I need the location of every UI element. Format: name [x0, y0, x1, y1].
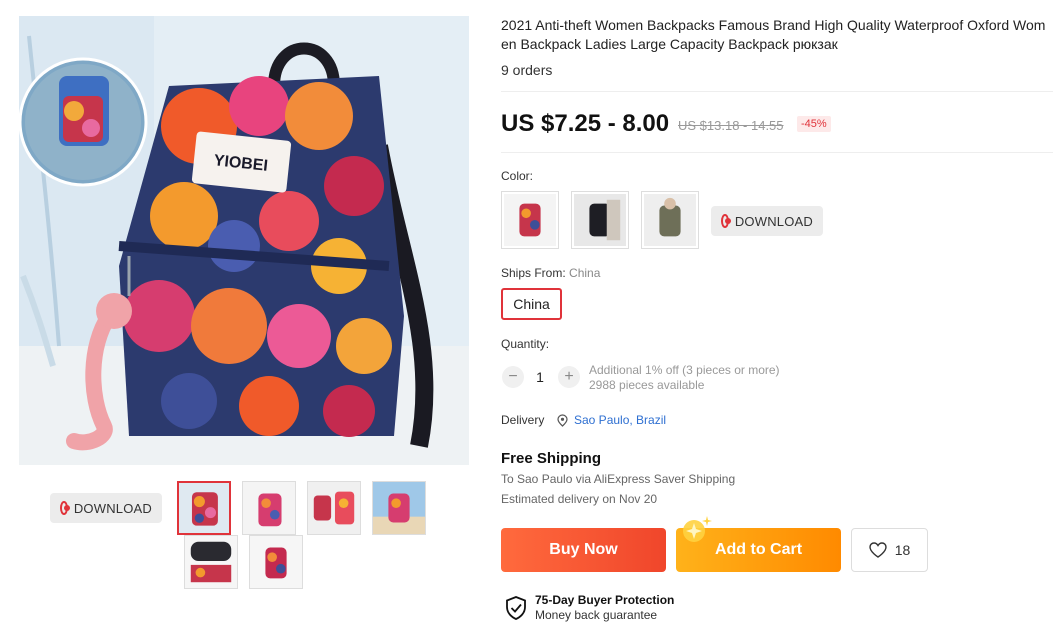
thumbnail-4[interactable]: [372, 481, 426, 535]
buy-now-button[interactable]: Buy Now: [501, 528, 666, 572]
bulk-discount-text: Additional 1% off (3 pieces or more): [589, 363, 780, 377]
estimated-delivery: Estimated delivery on Nov 20: [501, 492, 658, 506]
quantity-decrease-button[interactable]: −: [502, 366, 524, 388]
ships-from-option-china[interactable]: China: [501, 288, 562, 320]
buyer-protection-subtitle: Money back guarantee: [535, 608, 658, 622]
color-label: Color:: [501, 169, 534, 183]
color-download-button[interactable]: DOWNLOAD: [711, 206, 823, 236]
location-pin-icon: [557, 414, 568, 427]
quantity-increase-button[interactable]: +: [558, 366, 580, 388]
shipping-method: To Sao Paulo via AliExpress Saver Shippi…: [501, 472, 736, 486]
product-title: 2021 Anti-theft Women Backpacks Famous B…: [501, 17, 1046, 52]
delivery-label: Delivery: [501, 413, 545, 427]
color-option-2[interactable]: [571, 191, 629, 249]
thumbnail-5[interactable]: [184, 535, 238, 589]
free-shipping-title: Free Shipping: [501, 450, 602, 467]
color-option-3[interactable]: [641, 191, 699, 249]
download-icon: [60, 501, 70, 515]
wishlist-button[interactable]: 18: [851, 528, 928, 572]
thumbnail-image: [308, 482, 360, 534]
backpack-photo: YIOBEI: [19, 16, 469, 465]
thumbnail-1[interactable]: [177, 481, 231, 535]
original-price: US $13.18 - 14.55: [678, 118, 784, 133]
thumbnail-image: [250, 536, 302, 588]
stock-available-text: 2988 pieces available: [589, 378, 705, 392]
thumbnail-3[interactable]: [307, 481, 361, 535]
divider: [501, 91, 1053, 92]
thumbnail-image: [185, 536, 237, 588]
quantity-info: Additional 1% off (3 pieces or more) 298…: [589, 363, 780, 393]
heart-icon: [869, 542, 887, 558]
thumbnail-image: [179, 483, 229, 533]
wishlist-count: 18: [894, 542, 911, 558]
download-label: DOWNLOAD: [734, 213, 813, 229]
divider: [501, 152, 1053, 153]
quantity-label: Quantity:: [501, 337, 550, 351]
ships-from-label: Ships From: China: [501, 266, 600, 280]
color-swatch-image: [644, 194, 696, 246]
shield-check-icon: [506, 596, 526, 620]
download-icon: [721, 214, 731, 228]
color-option-1[interactable]: [501, 191, 559, 249]
thumbnail-6[interactable]: [249, 535, 303, 589]
color-swatch-image: [504, 194, 556, 246]
download-button[interactable]: DOWNLOAD: [50, 493, 162, 523]
thumbnail-image: [243, 482, 295, 534]
main-product-image[interactable]: YIOBEI: [19, 16, 469, 465]
orders-count: 9 orders: [501, 62, 553, 78]
ships-from-title: Ships From:: [501, 266, 566, 280]
delivery-location-link[interactable]: Sao Paulo, Brazil: [574, 413, 666, 427]
buyer-protection-title: 75-Day Buyer Protection: [535, 593, 675, 607]
sparkle-icon: [683, 516, 712, 542]
ships-from-value: China: [569, 266, 601, 280]
price: US $7.25 - 8.00: [501, 110, 670, 137]
color-swatch-image: [574, 194, 626, 246]
thumbnail-image: [373, 482, 425, 534]
download-label: DOWNLOAD: [73, 500, 152, 516]
thumbnail-2[interactable]: [242, 481, 296, 535]
quantity-value[interactable]: 1: [532, 369, 548, 385]
discount-badge: -45%: [797, 116, 831, 132]
